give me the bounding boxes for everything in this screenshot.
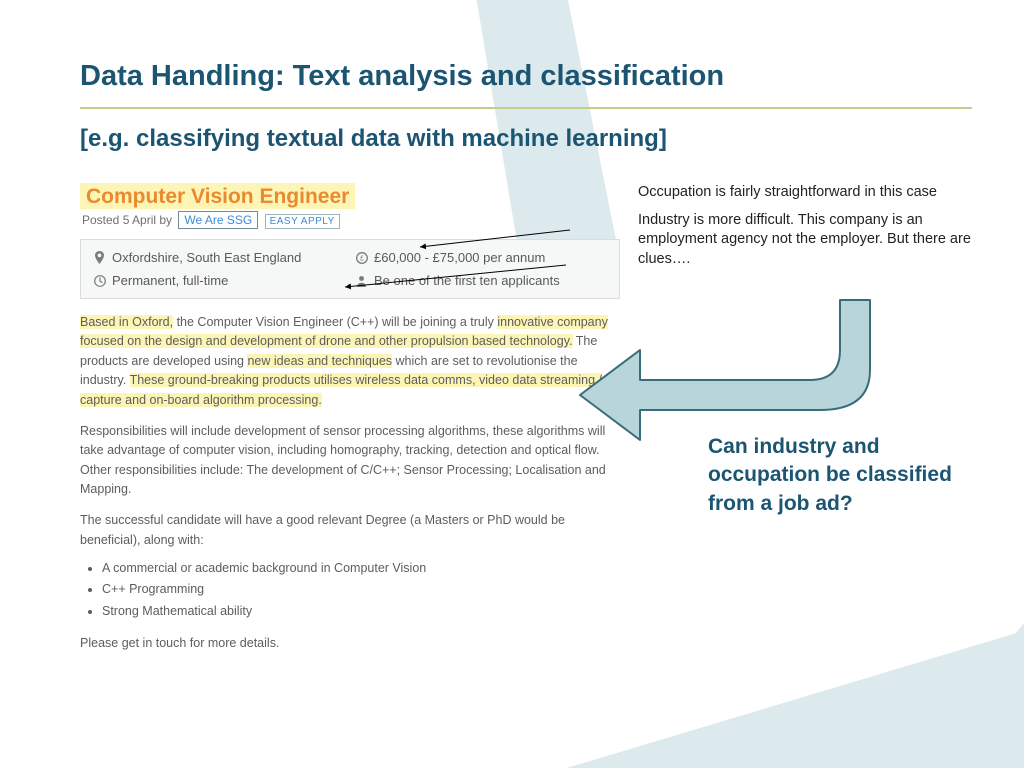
fact-applicants: Be one of the first ten applicants [355,273,607,288]
job-ad-card: Computer Vision Engineer Posted 5 April … [80,183,620,665]
person-icon [355,274,368,287]
job-title: Computer Vision Engineer [86,185,349,208]
salary-text: £60,000 - £75,000 per annum [374,250,545,265]
easy-apply-badge[interactable]: EASY APPLY [265,214,340,229]
fact-salary: £ £60,000 - £75,000 per annum [355,250,607,265]
divider [80,107,972,109]
p1b: the Computer Vision Engineer (C++) will … [173,315,497,329]
posted-prefix: Posted 5 April by [82,213,172,227]
fact-type: Permanent, full-time [93,273,345,288]
job-paragraph-1: Based in Oxford, the Computer Vision Eng… [80,313,620,410]
annotation-industry: Industry is more difficult. This company… [638,211,972,270]
applicants-text: Be one of the first ten applicants [374,273,560,288]
job-paragraph-2: Responsibilities will include developmen… [80,422,620,500]
fact-location: Oxfordshire, South East England [93,250,345,265]
requirements-list: A commercial or academic background in C… [80,558,620,622]
annotation-occupation: Occupation is fairly straightforward in … [638,183,972,203]
requirements-heading: The successful candidate will have a goo… [80,511,620,550]
location-text: Oxfordshire, South East England [112,250,301,265]
page-subtitle: [e.g. classifying textual data with mach… [80,125,972,153]
clock-icon [93,274,106,287]
curved-arrow [570,290,890,460]
pin-icon [93,251,106,264]
posted-line: Posted 5 April by We Are SSG EASY APPLY [82,213,620,227]
hl-ground: These ground-breaking products utilises … [80,373,602,406]
page-title: Data Handling: Text analysis and classif… [80,60,972,93]
company-link[interactable]: We Are SSG [178,211,258,229]
job-closer: Please get in touch for more details. [80,634,620,653]
salary-icon: £ [355,251,368,264]
list-item: A commercial or academic background in C… [102,558,620,579]
hl-newideas: new ideas and techniques [247,354,392,368]
list-item: C++ Programming [102,579,620,600]
svg-text:£: £ [360,255,364,262]
hl-based-in: Based in Oxford, [80,315,173,329]
type-text: Permanent, full-time [112,273,228,288]
job-facts: Oxfordshire, South East England £ £60,00… [80,239,620,299]
list-item: Strong Mathematical ability [102,601,620,622]
